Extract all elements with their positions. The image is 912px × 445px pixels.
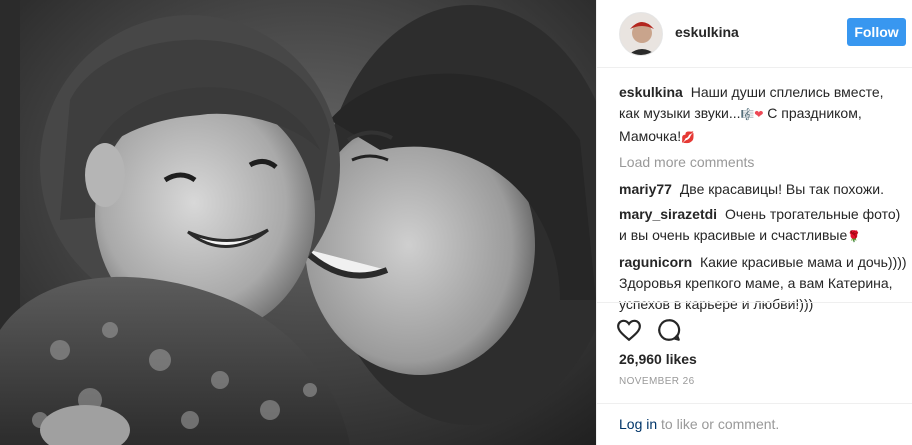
- login-bar: Log in to like or comment.: [597, 403, 912, 445]
- kiss-emoji: 💋: [681, 132, 695, 144]
- avatar-image: [620, 13, 662, 55]
- login-prompt: Log in to like or comment.: [619, 416, 779, 432]
- comment-text: Две красавицы! Вы так похожи.: [679, 181, 884, 197]
- music-notes-emoji: 🎼: [740, 109, 755, 121]
- likes-count[interactable]: 26,960 likes: [619, 351, 697, 367]
- comment-username[interactable]: mary_sirazetdi: [619, 206, 721, 222]
- post-header: eskulkina Follow: [597, 0, 912, 68]
- caption-username[interactable]: eskulkina: [619, 84, 687, 100]
- post-side-panel: eskulkina Follow eskulkina Наши души спл…: [596, 0, 912, 445]
- instagram-post: eskulkina Follow eskulkina Наши души спл…: [0, 0, 912, 445]
- comment-bubble-icon[interactable]: [656, 317, 682, 343]
- comments-list: eskulkina Наши души сплелись вместе, как…: [619, 82, 907, 319]
- comment-username[interactable]: ragunicorn: [619, 254, 696, 270]
- author-username[interactable]: eskulkina: [675, 24, 739, 40]
- heart-icon[interactable]: [616, 317, 642, 343]
- follow-button[interactable]: Follow: [847, 18, 906, 46]
- post-actions: 26,960 likes NOVEMBER 26 Log in to like …: [597, 302, 912, 445]
- login-rest-text: to like or comment.: [657, 416, 780, 432]
- post-date[interactable]: NOVEMBER 26: [619, 376, 695, 387]
- rose-emoji: 🌹: [847, 231, 861, 243]
- login-link[interactable]: Log in: [619, 416, 657, 432]
- author-avatar[interactable]: [619, 12, 663, 56]
- comment-username[interactable]: mariy77: [619, 181, 676, 197]
- caption: eskulkina Наши души сплелись вместе, как…: [619, 82, 907, 149]
- comment-item: mariy77 Две красавицы! Вы так похожи.: [619, 179, 907, 200]
- load-more-comments-link[interactable]: Load more comments: [619, 153, 907, 171]
- post-photo[interactable]: [0, 0, 596, 445]
- comment-item: mary_sirazetdi Очень трогательные фото) …: [619, 204, 907, 248]
- photo-image: [0, 0, 596, 445]
